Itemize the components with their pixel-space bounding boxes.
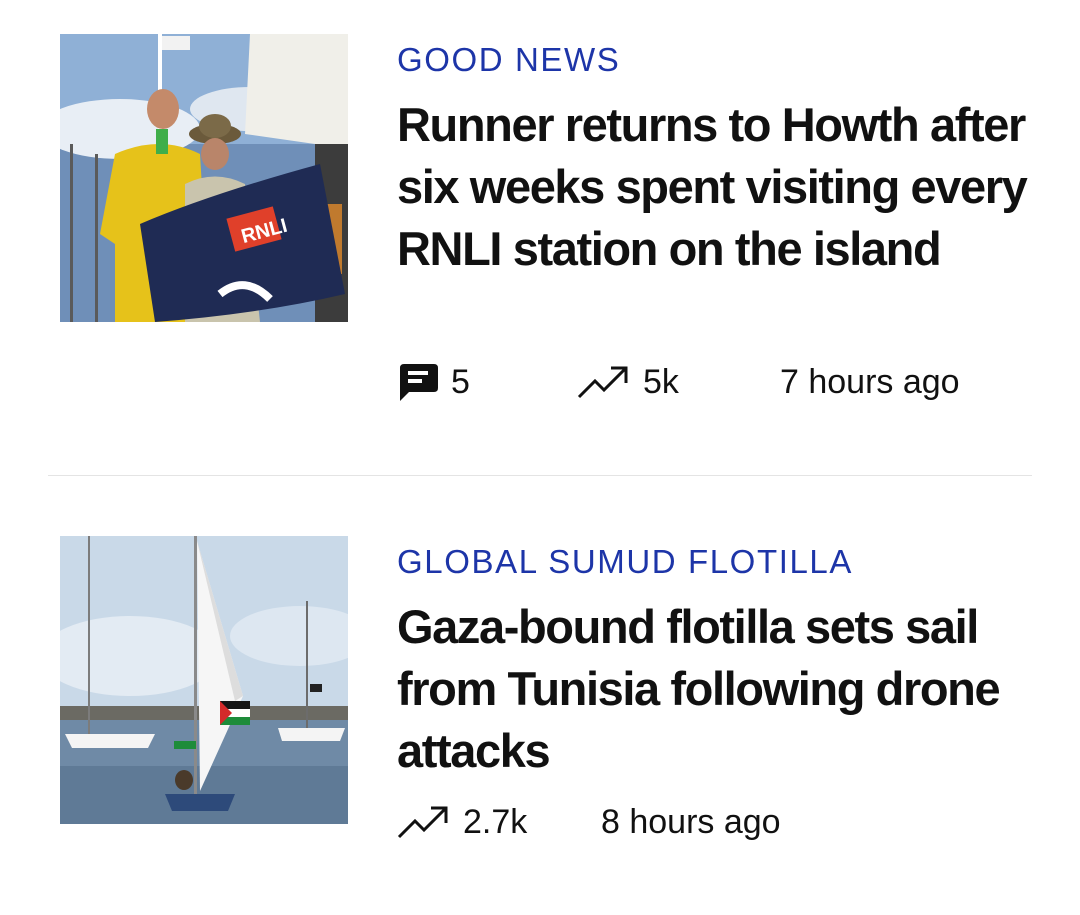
comment-count: 5 xyxy=(451,362,470,401)
view-count: 5k xyxy=(643,362,679,401)
comments-group[interactable]: 5 xyxy=(397,358,470,406)
article-timestamp: 8 hours ago xyxy=(601,802,781,841)
trending-icon xyxy=(577,364,631,400)
article-headline[interactable]: Gaza-bound flotilla sets sail from Tunis… xyxy=(397,596,1037,782)
article-kicker[interactable]: GLOBAL SUMUD FLOTILLA xyxy=(397,542,853,582)
article-card-runner[interactable]: RNLI GOOD NEWS Runner returns to Howth a… xyxy=(0,0,1080,475)
article-meta: 2.7k 8 hours ago xyxy=(397,798,1037,846)
article-card-flotilla[interactable]: GLOBAL SUMUD FLOTILLA Gaza-bound flotill… xyxy=(0,476,1080,915)
article-meta: 5 5k 7 hours ago xyxy=(397,358,1037,406)
article-thumbnail[interactable]: RNLI xyxy=(60,34,348,322)
view-count: 2.7k xyxy=(463,802,528,841)
runner-photo: RNLI xyxy=(60,34,348,322)
views-group: 5k xyxy=(577,358,679,406)
article-headline[interactable]: Runner returns to Howth after six weeks … xyxy=(397,94,1037,280)
trending-icon xyxy=(397,804,451,840)
comment-icon xyxy=(397,362,439,402)
flotilla-photo xyxy=(60,536,348,824)
article-timestamp: 7 hours ago xyxy=(780,362,960,401)
views-group: 2.7k xyxy=(397,798,527,846)
article-thumbnail[interactable] xyxy=(60,536,348,824)
article-kicker[interactable]: GOOD NEWS xyxy=(397,40,620,80)
